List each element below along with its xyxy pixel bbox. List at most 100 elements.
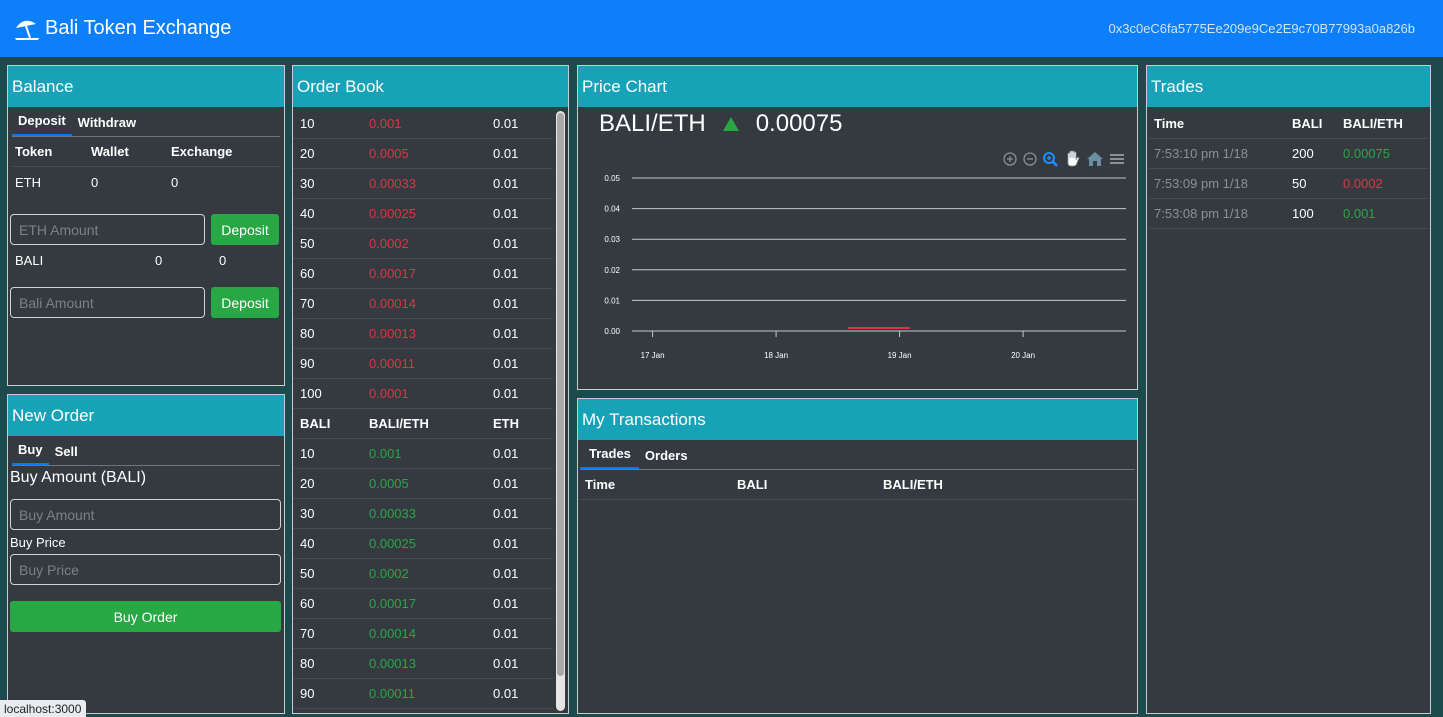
my-header-bali: BALI [737,477,768,492]
order-amount: 50 [300,236,315,251]
pair-label: BALI/ETH [599,110,706,137]
order-book-row[interactable]: 20 0.0005 0.01 [293,469,553,499]
order-book-scrollbar-track[interactable] [556,111,565,711]
header-eth: ETH [493,416,519,431]
order-price: 0.00033 [369,176,416,191]
order-price: 0.00025 [369,536,416,551]
y-tick-label: 0.05 [604,174,620,183]
order-book-row[interactable]: 20 0.0005 0.01 [293,139,553,169]
order-price: 0.001 [369,446,402,461]
order-price: 0.0005 [369,476,409,491]
x-tick-label: 17 Jan [641,351,665,360]
y-tick-label: 0.01 [604,296,620,305]
order-eth: 0.01 [493,626,519,641]
bali-token: BALI [15,252,44,268]
beach-umbrella-icon [15,20,39,40]
brand[interactable]: Bali Token Exchange [14,17,231,40]
tab-orders[interactable]: Orders [639,448,694,469]
order-book-row[interactable]: 50 0.0002 0.01 [293,559,553,589]
order-book-row[interactable]: 30 0.00033 0.01 [293,169,553,199]
order-amount: 10 [300,116,315,131]
tab-deposit[interactable]: Deposit [12,113,72,136]
selection-zoom-icon[interactable] [1042,151,1060,167]
new-order-card: New Order Buy Sell Buy Amount (BALI) Buy… [7,394,285,714]
zoom-out-icon[interactable] [1022,151,1038,167]
zoom-in-icon[interactable] [1002,151,1018,167]
order-book-row[interactable]: 60 0.00017 0.01 [293,259,553,289]
order-eth: 0.01 [493,566,519,581]
pan-hand-icon[interactable] [1064,150,1082,167]
price-chart-plot[interactable]: 0.05 0.04 0.03 0.02 0.01 0.00 17 Jan 18 Jan 19 J… [578,166,1137,386]
tab-withdraw[interactable]: Withdraw [72,115,142,136]
buy-amount-label: Buy Amount (BALI) [10,469,147,486]
order-amount: 30 [300,506,315,521]
order-eth: 0.01 [493,326,519,341]
order-eth: 0.01 [493,116,519,131]
trades-table: Time BALI BALI/ETH 7:53:10 pm 1/18 200 0.0… [1149,109,1428,229]
balance-card: Balance Deposit Withdraw Token Wallet Ex… [7,65,285,386]
eth-deposit-button[interactable]: Deposit [211,214,279,245]
order-book-row[interactable]: 40 0.00025 0.01 [293,529,553,559]
bali-amount-input[interactable] [10,287,205,318]
trade-price: 0.001 [1343,206,1376,221]
price-chart-card: Price Chart BALI/ETH 0.00075 0.05 0.04 0.0… [577,65,1138,390]
tab-trades[interactable]: Trades [580,446,639,469]
bali-deposit-form: Deposit [10,287,282,318]
order-book-row[interactable]: 60 0.00017 0.01 [293,589,553,619]
trade-row: 7:53:08 pm 1/18 100 0.001 [1149,199,1428,229]
order-amount: 40 [300,536,315,551]
order-book-scrollbar-thumb[interactable] [557,113,564,676]
order-book-row[interactable]: 90 0.00011 0.01 [293,679,553,709]
buy-amount-input[interactable] [10,499,281,530]
my-header-price: BALI/ETH [883,477,943,492]
eth-token: ETH [15,174,41,190]
order-tabs: Buy Sell [12,436,280,466]
order-amount: 90 [300,356,315,371]
order-book-card: Order Book 10 0.001 0.01 20 0.0005 0.01 30 0.00… [292,65,569,714]
order-eth: 0.01 [493,206,519,221]
order-eth: 0.01 [493,236,519,251]
order-eth: 0.01 [493,176,519,191]
order-amount: 20 [300,146,315,161]
order-book-row[interactable]: 50 0.0002 0.01 [293,229,553,259]
header-wallet: Wallet [91,144,129,159]
last-price: 0.00075 [755,110,843,137]
order-eth: 0.01 [493,536,519,551]
chart-toolbar [1002,150,1126,167]
x-tick-label: 19 Jan [888,351,912,360]
bali-deposit-button[interactable]: Deposit [211,287,279,318]
order-book-row[interactable]: 80 0.00013 0.01 [293,649,553,679]
order-book-row[interactable]: 70 0.00014 0.01 [293,289,553,319]
bali-exchange: 0 [219,252,227,268]
balance-tabs: Deposit Withdraw [12,107,280,137]
account-address[interactable]: 0x3c0eC6fa5775Ee209e9Ce2E9c70B77993a0a82… [1109,21,1416,36]
tab-buy[interactable]: Buy [12,442,49,465]
navbar: Bali Token Exchange 0x3c0eC6fa5775Ee209e… [0,0,1443,57]
order-book-row[interactable]: 30 0.00033 0.01 [293,499,553,529]
order-book-title: Order Book [293,66,568,107]
buy-price-input[interactable] [10,554,281,585]
header-price: BALI/ETH [369,416,429,431]
buy-order-button[interactable]: Buy Order [10,601,281,632]
price-header: BALI/ETH 0.00075 [578,107,1137,141]
home-icon[interactable] [1086,151,1104,167]
eth-amount-input[interactable] [10,214,205,245]
order-book-row[interactable]: 10 0.001 0.01 [293,439,553,469]
order-book-row[interactable]: 90 0.00011 0.01 [293,349,553,379]
order-book-row[interactable]: 70 0.00014 0.01 [293,619,553,649]
trade-amount: 50 [1292,176,1307,191]
order-book-row[interactable]: 100 0.0001 0.01 [293,379,553,409]
order-book-row[interactable]: 40 0.00025 0.01 [293,199,553,229]
my-transactions-header-row: Time BALI BALI/ETH [580,470,1135,500]
new-order-title: New Order [8,395,284,436]
tab-sell[interactable]: Sell [49,444,84,465]
status-url: localhost:3000 [0,700,87,717]
eth-deposit-form: Deposit [10,214,282,245]
eth-balance-row: ETH 0 0 [12,167,280,197]
order-price: 0.00017 [369,596,416,611]
order-book-row[interactable]: 10 0.001 0.01 [293,109,553,139]
menu-icon[interactable] [1108,151,1126,167]
trades-header-price: BALI/ETH [1343,116,1403,131]
balance-title: Balance [8,66,284,107]
order-book-row[interactable]: 80 0.00013 0.01 [293,319,553,349]
